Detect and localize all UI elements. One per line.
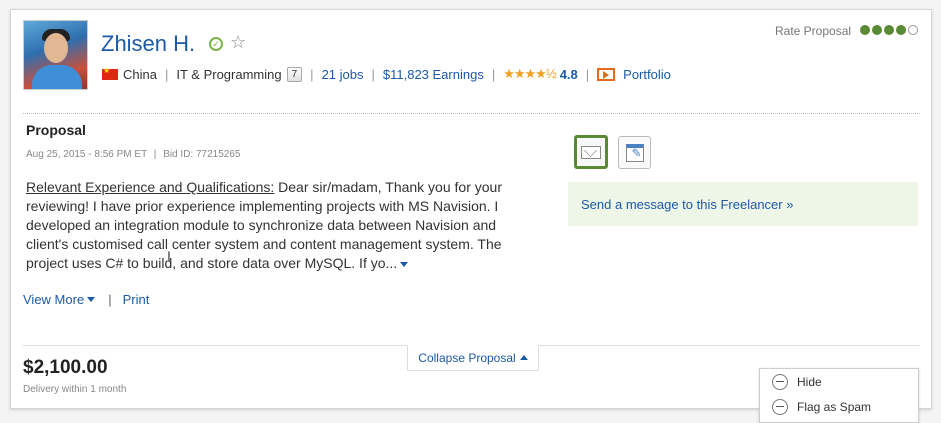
- hide-label: Hide: [797, 374, 822, 389]
- freelancer-name[interactable]: Zhisen H.: [101, 31, 195, 57]
- actions-dropdown: Hide Flag as Spam: [759, 368, 919, 423]
- delivery-time: Delivery within 1 month: [23, 384, 127, 395]
- flag-spam-label: Flag as Spam: [797, 399, 872, 414]
- rating-dot[interactable]: [896, 25, 906, 35]
- expand-caret-icon[interactable]: [400, 261, 409, 267]
- category-count-badge: 7: [286, 66, 303, 82]
- proposal-meta: Aug 25, 2015 - 8:56 PM ET | Bid ID: 7721…: [26, 149, 241, 160]
- notepad-icon: [625, 143, 644, 162]
- verified-icon: ✓: [209, 37, 223, 51]
- text-cursor-icon: I: [167, 248, 171, 264]
- freelancer-meta: China | IT & Programming 7 | 21 jobs | $…: [102, 66, 671, 82]
- china-flag-icon: [102, 66, 118, 80]
- rating-value[interactable]: 4.8: [560, 67, 578, 82]
- message-button[interactable]: [574, 135, 608, 169]
- proposal-links: View More | Print: [23, 292, 150, 307]
- rate-proposal-dots[interactable]: [860, 25, 918, 35]
- earnings-link[interactable]: $11,823 Earnings: [383, 67, 484, 82]
- collapse-label: Collapse Proposal: [418, 350, 516, 365]
- print-link[interactable]: Print: [123, 292, 150, 307]
- category-label: IT & Programming: [176, 66, 282, 82]
- portfolio-icon[interactable]: [597, 67, 616, 81]
- hide-menu-item[interactable]: Hide: [760, 369, 918, 394]
- rate-proposal-label: Rate Proposal: [775, 24, 852, 38]
- avatar[interactable]: [23, 20, 88, 90]
- bid-id: Bid ID: 77215265: [163, 149, 241, 160]
- rating-dot[interactable]: [860, 25, 870, 35]
- divider: [23, 113, 920, 114]
- envelope-icon: [581, 145, 601, 159]
- note-button[interactable]: [618, 136, 651, 169]
- flag-spam-menu-item[interactable]: Flag as Spam: [760, 394, 918, 419]
- chevron-up-icon: [519, 355, 528, 360]
- rating-stars-icon: ★★★★½: [503, 66, 556, 81]
- rating-dot[interactable]: [872, 25, 882, 35]
- proposal-heading: Relevant Experience and Qualifications:: [26, 179, 275, 195]
- proposal-body: Relevant Experience and Qualifications: …: [26, 178, 538, 273]
- collapse-proposal-button[interactable]: Collapse Proposal: [407, 345, 539, 371]
- view-more-caret-icon[interactable]: [87, 297, 96, 302]
- portfolio-link[interactable]: Portfolio: [623, 67, 671, 82]
- view-more-link[interactable]: View More: [23, 292, 84, 307]
- jobs-link[interactable]: 21 jobs: [322, 67, 364, 82]
- rating-dot[interactable]: [884, 25, 894, 35]
- rating-dot[interactable]: [908, 25, 918, 35]
- proposal-card: Zhisen H. ✓ ☆ China | IT & Programming 7…: [10, 9, 932, 409]
- send-message-link[interactable]: Send a message to this Freelancer »: [581, 197, 793, 212]
- minus-circle-icon: [772, 398, 788, 415]
- country-label: China: [123, 66, 157, 82]
- bid-price: $2,100.00: [23, 357, 108, 378]
- send-message-box: Send a message to this Freelancer »: [568, 182, 918, 226]
- proposal-date: Aug 25, 2015 - 8:56 PM ET: [26, 149, 148, 160]
- proposal-title: Proposal: [26, 122, 86, 138]
- minus-circle-icon: [772, 373, 788, 390]
- favorite-star-icon[interactable]: ☆: [230, 32, 246, 52]
